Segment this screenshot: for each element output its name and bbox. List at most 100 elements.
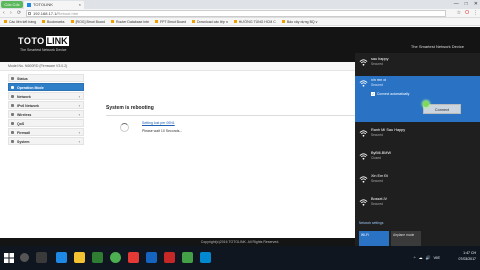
- wifi-icon: [359, 80, 368, 87]
- chevron-right-icon: ›: [78, 139, 80, 144]
- search-icon[interactable]: [20, 253, 29, 262]
- logo-tagline: The Smartest Network Device: [20, 48, 67, 52]
- bookmark-star-icon[interactable]: ☆: [457, 10, 461, 16]
- menu-item-firewall[interactable]: Firewall ›: [8, 128, 84, 136]
- checkmark-icon: ✓: [371, 92, 375, 96]
- opera-icon[interactable]: O: [465, 10, 469, 16]
- wifi-network-item[interactable]: sau happy Secured: [355, 55, 480, 75]
- system-tray: ^ ☁ 🔊 VIE: [414, 255, 440, 260]
- wifi-network-item[interactable]: Bossel-lV Secured: [355, 195, 480, 215]
- skype-icon[interactable]: [200, 252, 211, 263]
- menu-item-ipv6[interactable]: IPv6 Network ›: [8, 101, 84, 109]
- browser-toolbar: ☆ O ⋮: [457, 10, 478, 16]
- firewall-icon: [11, 131, 14, 134]
- menu-item-qos[interactable]: QoS: [8, 119, 84, 127]
- bookmark-item[interactable]: Router Database inte: [110, 20, 149, 24]
- bookmark-item[interactable]: Các liên kết hàng: [4, 20, 36, 24]
- coccoc-taskbar-icon[interactable]: [110, 252, 121, 263]
- loading-spinner-icon: [120, 123, 129, 132]
- auto-connect-checkbox[interactable]: ✓ Connect automatically: [371, 92, 409, 96]
- close-window-icon[interactable]: ✕: [474, 1, 478, 7]
- bookmark-item[interactable]: Bookmarks: [42, 20, 65, 24]
- address-bar-row: ‹ › ⟳ 192.168.17.1/Reboot.htm ☆ O ⋮: [0, 9, 480, 18]
- chevron-right-icon: ›: [78, 94, 80, 99]
- menu-icon[interactable]: ⋮: [473, 10, 478, 16]
- system-icon: [11, 140, 14, 143]
- file-explorer-icon[interactable]: [74, 252, 85, 263]
- task-view-icon[interactable]: [36, 252, 47, 263]
- ssid-link[interactable]: Setting lost per 00N1: [142, 121, 175, 125]
- menu-item-wireless[interactable]: Wireless ›: [8, 110, 84, 118]
- bookmark-item[interactable]: Báo xây dựng BQ v: [281, 20, 317, 24]
- star-icon: [42, 20, 46, 23]
- menu-item-operation-mode[interactable]: Operation Mode: [8, 83, 84, 91]
- chevron-right-icon: ›: [78, 103, 80, 108]
- qos-icon: [11, 122, 14, 125]
- back-icon[interactable]: ‹: [3, 10, 5, 16]
- wireless-icon: [11, 113, 14, 116]
- page-icon: [233, 20, 237, 23]
- wifi-icon: [359, 199, 368, 206]
- app-icon[interactable]: [128, 252, 139, 263]
- url-field[interactable]: 192.168.17.1/Reboot.htm: [26, 10, 446, 17]
- bookmark-item[interactable]: [ROG] Bmot Board: [70, 20, 105, 24]
- network-icon: [11, 95, 14, 98]
- reboot-panel: System is rebooting Setting lost per 00N…: [106, 105, 356, 133]
- quick-action-airplane[interactable]: Airplane mode: [391, 231, 421, 246]
- wifi-icon: [359, 153, 368, 160]
- operation-mode-icon: [11, 86, 14, 89]
- reload-icon[interactable]: ⟳: [17, 10, 21, 16]
- close-tab-icon[interactable]: ×: [79, 1, 81, 9]
- tab-totolink[interactable]: TOTOLINK ×: [24, 1, 84, 9]
- status-icon: [11, 77, 14, 80]
- browser-tab-bar: Cốc Cốc TOTOLINK × — □ ✕: [0, 0, 480, 9]
- tab-title: TOTOLINK: [33, 2, 53, 7]
- wifi-icon: [359, 176, 368, 183]
- page-icon: [155, 20, 159, 23]
- wait-message: Please wait 10 Seconds...: [142, 129, 183, 133]
- media-icon[interactable]: [164, 252, 175, 263]
- store-icon[interactable]: [92, 252, 103, 263]
- windows-start-icon[interactable]: [4, 253, 14, 263]
- favicon-icon: [27, 3, 31, 7]
- excel-icon[interactable]: [182, 252, 193, 263]
- wifi-flyout: sau happy Secured xin mn oi Secured ✓ Con…: [355, 53, 480, 246]
- network-settings-link[interactable]: Network settings: [359, 221, 383, 225]
- apps-icon: [4, 20, 7, 23]
- onedrive-icon[interactable]: ☁: [419, 255, 423, 260]
- forward-icon[interactable]: ›: [10, 10, 12, 16]
- router-menu: Status Operation Mode Network › IPv6 Netw…: [8, 74, 84, 146]
- quick-action-wifi[interactable]: Wi-Fi: [359, 231, 389, 246]
- window-controls: — □ ✕: [454, 1, 478, 7]
- menu-item-system[interactable]: System ›: [8, 137, 84, 145]
- clock-date: 07/03/2017: [458, 257, 476, 261]
- connect-button[interactable]: Connect: [423, 104, 461, 114]
- menu-item-network[interactable]: Network ›: [8, 92, 84, 100]
- wifi-network-item[interactable]: ByBill-BMW Closed: [355, 149, 480, 169]
- word-icon[interactable]: [146, 252, 157, 263]
- wifi-network-item-selected[interactable]: xin mn oi Secured ✓ Connect automatically…: [355, 76, 480, 122]
- volume-icon[interactable]: 🔊: [426, 255, 431, 260]
- totolink-logo: TOTO LINK: [18, 36, 69, 46]
- tray-expand-icon[interactable]: ^: [414, 255, 416, 260]
- page-icon: [70, 20, 74, 23]
- edge-icon[interactable]: [56, 252, 67, 263]
- bookmarks-bar: Các liên kết hàng Bookmarks [ROG] Bmot B…: [0, 18, 480, 26]
- url-host: 192.168.17.1/: [33, 11, 58, 16]
- bookmark-item[interactable]: HƯỚNG TÙNG HCM C: [233, 20, 276, 24]
- wifi-network-item[interactable]: Xin Em Đi Secured: [355, 172, 480, 192]
- ipv6-icon: [11, 104, 14, 107]
- page-info-icon[interactable]: [28, 12, 31, 15]
- page-icon: [192, 20, 196, 23]
- minimize-icon[interactable]: —: [454, 1, 459, 7]
- coccoc-logo[interactable]: Cốc Cốc: [1, 1, 23, 8]
- menu-item-status[interactable]: Status: [8, 74, 84, 82]
- bookmark-item[interactable]: Download các tệp n: [192, 20, 228, 24]
- chevron-right-icon: ›: [78, 130, 80, 135]
- maximize-icon[interactable]: □: [465, 1, 468, 7]
- language-indicator[interactable]: VIE: [434, 255, 440, 260]
- clock[interactable]: 1:47 CH 07/03/2017: [458, 250, 476, 262]
- bookmark-item[interactable]: FPT Bmot Board: [155, 20, 186, 24]
- page-icon: [110, 20, 114, 23]
- wifi-network-item[interactable]: Ranh MI Sau Happy Secured: [355, 126, 480, 146]
